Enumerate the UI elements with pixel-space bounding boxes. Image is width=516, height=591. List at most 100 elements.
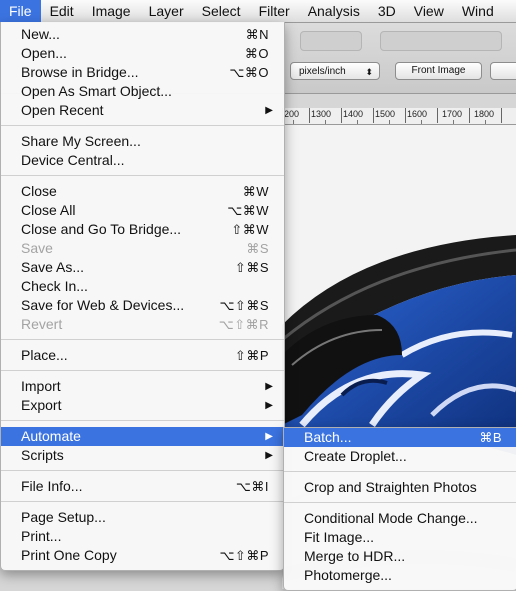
ruler-label: 1800 [474,109,495,119]
menu-item-file-info[interactable]: File Info... ⌥⌘I [1,477,284,496]
menubar-view[interactable]: View [405,0,453,22]
menu-item-close-all[interactable]: Close All ⌥⌘W [1,201,284,220]
menu-item-export[interactable]: Export ▶ [1,396,284,415]
menu-item-create-droplet[interactable]: Create Droplet... [284,447,516,466]
menu-item-label: Conditional Mode Change... [304,510,478,526]
menu-item-shortcut: ⌥⇧⌘S [219,298,269,313]
menu-item-label: File Info... [21,478,83,494]
menu-item-device-central[interactable]: Device Central... [1,151,284,170]
ruler-label: 1600 [407,109,428,119]
menu-item-save[interactable]: Save ⌘S [1,239,284,258]
menu-item-label: Crop and Straighten Photos [304,479,477,495]
menu-item-label: Merge to HDR... [304,548,406,564]
triangle-right-icon: ▶ [265,400,273,411]
menu-item-shortcut: ⌘O [244,46,269,61]
menu-item-share-my-screen[interactable]: Share My Screen... [1,132,284,151]
toolbar-ghost-control [380,31,502,51]
menu-item-shortcut: ⌘W [242,184,269,199]
menu-separator [1,501,284,502]
updown-arrows-icon: ⬍ [365,67,373,77]
menu-item-label: Share My Screen... [21,133,141,149]
triangle-right-icon: ▶ [265,381,273,392]
menu-item-save-as[interactable]: Save As... ⇧⌘S [1,258,284,277]
menu-item-merge-to-hdr[interactable]: Merge to HDR... [284,547,516,566]
menu-item-label: Revert [21,316,63,332]
menu-item-shortcut: ⌥⌘W [227,203,269,218]
menu-item-label: Print One Copy [21,547,117,563]
menu-item-label: Fit Image... [304,529,375,545]
menubar-window[interactable]: Wind [453,0,503,22]
menubar-layer[interactable]: Layer [140,0,193,22]
menu-item-shortcut: ⌥⌘I [235,479,269,494]
menu-separator [1,339,284,340]
ruler-label: 1300 [311,109,332,119]
menu-item-revert[interactable]: Revert ⌥⇧⌘R [1,315,284,334]
ruler-label: 200 [284,109,300,119]
triangle-right-icon: ▶ [265,105,273,116]
menu-item-label: Print... [21,528,62,544]
menu-item-page-setup[interactable]: Page Setup... [1,508,284,527]
menu-item-batch[interactable]: Batch... ⌘B [284,428,516,447]
ruler-label: 1400 [343,109,364,119]
clear-button[interactable] [490,62,516,80]
triangle-right-icon: ▶ [265,450,273,461]
menu-separator [1,175,284,176]
menu-item-label: Page Setup... [21,509,106,525]
menubar-analysis[interactable]: Analysis [299,0,369,22]
menu-item-print-one-copy[interactable]: Print One Copy ⌥⇧⌘P [1,546,284,565]
menubar-file[interactable]: File [0,0,41,22]
menu-separator [1,370,284,371]
horizontal-ruler: 200 1300 1400 1500 1600 1700 1800 [282,108,516,125]
triangle-right-icon: ▶ [265,431,273,442]
menubar-3d[interactable]: 3D [369,0,405,22]
menu-item-close[interactable]: Close ⌘W [1,182,284,201]
menu-item-open-recent[interactable]: Open Recent ▶ [1,101,284,120]
menu-item-open-as-smart-object[interactable]: Open As Smart Object... [1,82,284,101]
menu-item-label: Automate [21,428,81,444]
menu-item-label: Device Central... [21,152,125,168]
menu-separator [1,125,284,126]
menu-item-label: Scripts [21,447,64,463]
menu-item-label: Save As... [21,259,85,275]
ruler-label: 1700 [442,109,463,119]
resolution-unit-select[interactable]: pixels/inch ⬍ [290,62,380,80]
menu-item-label: Close All [21,202,76,218]
menubar-filter[interactable]: Filter [250,0,299,22]
menu-separator [1,470,284,471]
menu-item-print[interactable]: Print... [1,527,284,546]
front-image-button[interactable]: Front Image [395,62,482,80]
menu-item-conditional-mode-change[interactable]: Conditional Mode Change... [284,509,516,528]
menu-item-open[interactable]: Open... ⌘O [1,44,284,63]
menu-item-place[interactable]: Place... ⇧⌘P [1,346,284,365]
menu-item-label: New... [21,26,60,42]
menu-item-shortcut: ⌘B [479,430,502,445]
menu-item-close-and-go-to-bridge[interactable]: Close and Go To Bridge... ⇧⌘W [1,220,284,239]
menu-item-automate[interactable]: Automate ▶ [1,427,284,446]
menubar-image[interactable]: Image [83,0,140,22]
menu-item-photomerge[interactable]: Photomerge... [284,566,516,585]
menubar-edit[interactable]: Edit [41,0,83,22]
menu-item-label: Save for Web & Devices... [21,297,185,313]
menu-item-new[interactable]: New... ⌘N [1,25,284,44]
menu-item-fit-image[interactable]: Fit Image... [284,528,516,547]
menu-bar: File Edit Image Layer Select Filter Anal… [0,0,516,23]
menu-item-label: Open Recent [21,102,104,118]
menu-separator [1,420,284,421]
menu-item-scripts[interactable]: Scripts ▶ [1,446,284,465]
menu-item-save-for-web[interactable]: Save for Web & Devices... ⌥⇧⌘S [1,296,284,315]
menu-item-label: Close and Go To Bridge... [21,221,182,237]
menu-item-label: Check In... [21,278,88,294]
menu-item-crop-and-straighten[interactable]: Crop and Straighten Photos [284,478,516,497]
menu-item-label: Open As Smart Object... [21,83,172,99]
menu-item-shortcut: ⌥⇧⌘P [219,548,269,563]
menu-item-shortcut: ⇧⌘P [234,348,269,363]
menu-item-label: Place... [21,347,68,363]
menubar-select[interactable]: Select [193,0,250,22]
menu-item-shortcut: ⌘N [245,27,269,42]
menu-item-check-in[interactable]: Check In... [1,277,284,296]
menu-item-label: Photomerge... [304,567,392,583]
menu-item-import[interactable]: Import ▶ [1,377,284,396]
menu-item-label: Export [21,397,62,413]
toolbar-ghost-control [300,31,362,51]
menu-item-browse-in-bridge[interactable]: Browse in Bridge... ⌥⌘O [1,63,284,82]
